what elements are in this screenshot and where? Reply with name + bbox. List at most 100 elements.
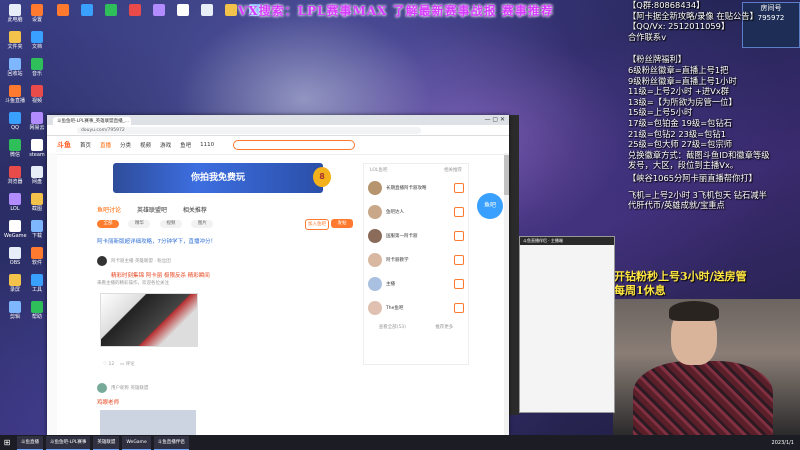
taskbar-item[interactable]: 英雄联盟	[93, 435, 120, 450]
follow-button[interactable]	[454, 279, 464, 289]
recommend-item[interactable]: 阿卡丽教学	[364, 248, 468, 272]
tab-lol-yuba[interactable]: 英雄联盟吧	[137, 207, 167, 214]
desktop-icon[interactable]: steam	[26, 139, 48, 158]
comment-icon[interactable]: ▭	[120, 362, 124, 367]
follow-button[interactable]	[454, 183, 464, 193]
avatar[interactable]	[368, 181, 382, 195]
post-author[interactable]: 阿卡丽主播 英雄联盟 · 粉丝团	[97, 256, 171, 266]
desktop-icon[interactable]: 剪辑	[4, 301, 26, 320]
follow-button[interactable]	[454, 303, 464, 313]
filter-featured[interactable]: 精华	[128, 220, 151, 228]
site-logo[interactable]: 斗鱼	[57, 140, 71, 150]
nav-item-1110[interactable]: 1110	[200, 142, 214, 148]
comment-label[interactable]: 评论	[126, 362, 135, 367]
desktop-icon[interactable]: 回收站	[4, 58, 26, 77]
post-author-2[interactable]: 用户昵称 英雄联盟	[97, 383, 148, 393]
nav-item-video[interactable]: 视频	[140, 141, 151, 149]
nav-item-game[interactable]: 游戏	[160, 141, 171, 149]
recommend-item[interactable]: 主播	[364, 272, 468, 296]
like-icon[interactable]: ♡	[103, 362, 107, 367]
desktop-icon[interactable]: 设置	[26, 4, 48, 23]
desktop-icon-top[interactable]	[172, 4, 194, 17]
desktop-icon[interactable]: 工具	[26, 274, 48, 293]
pinned-notice[interactable]: 阿卡丽新版超详细攻略，7分钟学下，直播冲分！	[97, 237, 216, 245]
follow-button[interactable]	[454, 231, 464, 241]
nav-item-category[interactable]: 分类	[120, 141, 131, 149]
desktop-icon[interactable]: 截图	[26, 193, 48, 212]
tab-recommend[interactable]: 相关推荐	[183, 207, 207, 214]
filter-all[interactable]: 全部	[97, 220, 119, 228]
desktop-icon[interactable]: 文档	[26, 31, 48, 50]
desktop-icon[interactable]: 斗鱼直播	[4, 85, 26, 104]
desktop-icon[interactable]: 下载	[26, 220, 48, 239]
desktop-icon[interactable]: 网盘	[26, 166, 48, 185]
view-all-link[interactable]: 查看全部(53)	[379, 324, 406, 330]
avatar[interactable]	[368, 277, 382, 291]
browser-window[interactable]: 斗鱼鱼吧-LPL赛事_英雄联盟直播_... — ▢ ✕ douyu.com/79…	[47, 115, 509, 435]
recommend-item[interactable]: The鱼吧	[364, 296, 468, 320]
recommend-item[interactable]: 国服第一阿卡丽	[364, 224, 468, 248]
recommend-item[interactable]: 鱼吧达人	[364, 200, 468, 224]
search-input[interactable]	[233, 140, 356, 150]
avatar[interactable]	[368, 253, 382, 267]
more-link[interactable]: 推荐更多	[435, 324, 453, 330]
app-icon	[31, 112, 43, 124]
filter-video[interactable]: 视频	[159, 220, 182, 228]
desktop-icon[interactable]: QQ	[4, 112, 26, 131]
desktop-icon[interactable]: 视频	[26, 85, 48, 104]
follow-button[interactable]	[454, 207, 464, 217]
background-window[interactable]: 斗鱼直播伴侣 · 主播端	[519, 236, 615, 413]
desktop-icon[interactable]: 软件	[26, 247, 48, 266]
game-banner[interactable]: 你拍我免费玩	[113, 163, 323, 193]
post-title-2[interactable]: 鸡眼老师	[97, 398, 119, 406]
avatar[interactable]	[368, 301, 382, 315]
browser-tab[interactable]: 斗鱼鱼吧-LPL赛事_英雄联盟直播_...	[53, 117, 131, 125]
nav-item-live[interactable]: 直播	[100, 141, 111, 149]
desktop-icon[interactable]: 帮助	[26, 301, 48, 320]
desktop-icon[interactable]: OBS	[4, 247, 26, 266]
follow-button[interactable]	[454, 255, 464, 265]
desktop-icon[interactable]: LOL	[4, 193, 26, 212]
desktop-icon-top[interactable]	[76, 4, 98, 17]
desktop-icon[interactable]: 微信	[4, 139, 26, 158]
desktop-icon[interactable]: 录屏	[4, 274, 26, 293]
tab-yuba-discussion[interactable]: 鱼吧讨论	[97, 207, 121, 214]
nav-item-home[interactable]: 首页	[80, 141, 91, 149]
join-button[interactable]: 加入鱼吧	[305, 219, 329, 230]
desktop-icon-top[interactable]	[124, 4, 146, 17]
post-title[interactable]: 精彩时刻集锦 阿卡丽 极限反杀 精彩瞬间	[111, 271, 210, 279]
taskbar-item[interactable]: 斗鱼直播伴侣	[153, 435, 189, 450]
desktop-icon[interactable]: 网易云	[26, 112, 48, 131]
post-thumbnail-2[interactable]	[100, 410, 196, 435]
taskbar-item[interactable]: 斗鱼鱼吧-LPL赛事	[46, 435, 91, 450]
avatar[interactable]	[368, 205, 382, 219]
window-controls-icon[interactable]: — ▢ ✕	[484, 116, 505, 123]
desktop-icon-top[interactable]	[52, 4, 74, 17]
desktop-icon-top[interactable]	[196, 4, 218, 17]
scrollbar[interactable]	[504, 153, 509, 435]
start-button-icon[interactable]: ⊞	[0, 435, 14, 450]
filter-image[interactable]: 图片	[191, 220, 214, 228]
nav-item-yuba[interactable]: 鱼吧	[180, 141, 191, 149]
recommend-head-right[interactable]: 相关推荐	[444, 167, 462, 173]
desktop-icon-top[interactable]	[100, 4, 122, 17]
taskbar-clock[interactable]: 2023/1/1	[772, 440, 800, 446]
post-thumbnail[interactable]	[100, 293, 198, 347]
avatar[interactable]	[97, 383, 107, 393]
desktop-icon[interactable]: 浏览器	[4, 166, 26, 185]
taskbar-item[interactable]: 斗鱼直播	[17, 435, 43, 450]
avatar[interactable]	[368, 229, 382, 243]
url-input[interactable]: douyu.com/795972	[77, 126, 421, 134]
desktop-icon-top[interactable]	[148, 4, 170, 17]
desktop-icon[interactable]: 此电脑	[4, 4, 26, 23]
desktop-icon[interactable]: 音乐	[26, 58, 48, 77]
post-button[interactable]: 发帖	[331, 219, 353, 228]
desktop-icon[interactable]: 文件夹	[4, 31, 26, 50]
recommend-item[interactable]: 长期直播阿卡丽攻略	[364, 176, 468, 200]
taskbar-item[interactable]: WeGame	[122, 435, 151, 450]
avatar[interactable]	[97, 256, 107, 266]
floating-yuba-logo[interactable]: 鱼吧	[477, 193, 503, 219]
recommend-head-left[interactable]: LOL鱼吧	[370, 167, 387, 173]
scrollbar-thumb[interactable]	[504, 155, 509, 195]
desktop-icon[interactable]: WeGame	[4, 220, 27, 239]
